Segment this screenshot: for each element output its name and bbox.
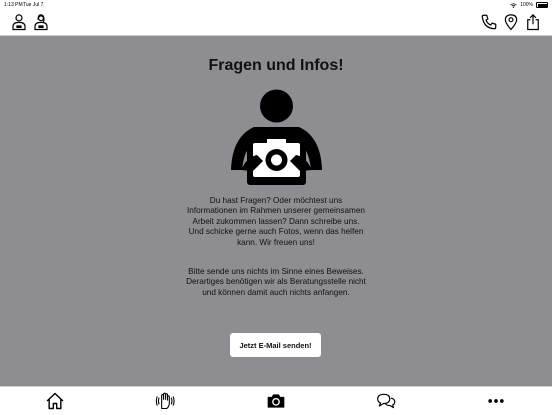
phone-icon[interactable] xyxy=(480,13,498,31)
send-email-button[interactable]: Jetzt E-Mail senden! xyxy=(230,333,321,357)
chat-bubbles-icon[interactable] xyxy=(376,391,396,411)
nav-bar xyxy=(0,10,552,36)
intro-paragraph: Du hast Fragen? Oder möchtest uns Inform… xyxy=(187,196,365,247)
wifi-icon xyxy=(510,2,517,8)
location-pin-icon[interactable] xyxy=(502,13,520,31)
more-icon[interactable] xyxy=(486,391,506,411)
hand-signal-icon[interactable] xyxy=(155,391,175,411)
person-with-camera-icon xyxy=(231,89,322,185)
main-content: Fragen und Infos! Du hast Fragen? Oder m… xyxy=(0,36,552,386)
camera-icon[interactable] xyxy=(266,391,286,411)
status-indicators: 100% xyxy=(510,0,548,10)
status-date: Tue Jul 7 xyxy=(23,2,44,8)
share-icon[interactable] xyxy=(524,13,542,31)
status-bar: 1:13 PM Tue Jul 7 100% xyxy=(0,0,552,10)
counselor-female-icon[interactable] xyxy=(32,13,50,31)
page-title: Fragen und Infos! xyxy=(208,57,344,74)
home-icon[interactable] xyxy=(45,391,65,411)
tab-bar xyxy=(0,386,552,415)
status-time: 1:13 PM xyxy=(4,2,23,8)
battery-percent: 100% xyxy=(520,2,533,8)
counselor-icon[interactable] xyxy=(10,13,28,31)
notice-paragraph: Bitte sende uns nichts im Sinne eines Be… xyxy=(186,267,366,297)
battery-icon xyxy=(536,2,548,8)
